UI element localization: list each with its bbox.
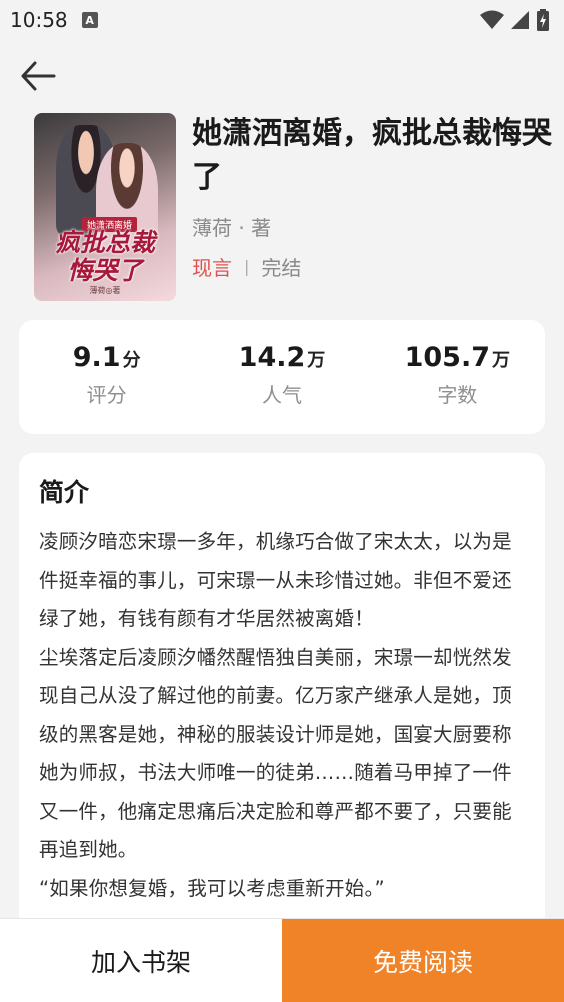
- free-read-button[interactable]: 免费阅读: [282, 919, 564, 1002]
- status-icons: [480, 9, 550, 31]
- stat-label: 人气: [261, 383, 302, 407]
- book-tags: 现言 | 完结: [192, 252, 301, 281]
- cover-title-line2: 悔哭了: [67, 256, 143, 285]
- stat-value-wrap: 14.2 万: [239, 342, 326, 373]
- book-cover[interactable]: 她潇洒离婚 疯批总裁 悔哭了 薄荷◎著: [34, 113, 176, 301]
- cover-title-line1: 疯批总裁: [54, 228, 155, 257]
- intro-body: 凌顾汐暗恋宋璟一多年，机缘巧合做了宋太太，以为是件挺幸福的事儿，可宋璟一从未珍惜…: [39, 530, 512, 900]
- stat-unit: 万: [492, 350, 511, 371]
- stat-word-count: 105.7 万 字数: [370, 320, 545, 434]
- arrow-left-icon: [21, 61, 56, 91]
- stat-value: 14.2: [238, 342, 306, 373]
- stat-unit: 万: [307, 350, 326, 371]
- status-time: 10:58: [10, 8, 68, 32]
- book-title: 她潇洒离婚，疯批总裁悔哭了: [192, 116, 552, 195]
- tag-separator: |: [244, 257, 250, 276]
- cover-author: 薄荷◎著: [89, 286, 121, 295]
- cover-title: 疯批总裁 悔哭了: [40, 229, 170, 285]
- stat-value: 9.1: [72, 342, 121, 373]
- back-button[interactable]: [16, 56, 60, 96]
- wifi-icon: [480, 10, 504, 29]
- intro-card: 简介 凌顾汐暗恋宋璟一多年，机缘巧合做了宋太太，以为是件挺幸福的事儿，可宋璟一从…: [19, 453, 545, 973]
- stat-value-wrap: 9.1 分: [73, 342, 141, 373]
- notification-a-icon: A: [81, 12, 98, 28]
- stat-rating: 9.1 分 评分: [19, 320, 194, 434]
- stat-label: 字数: [437, 383, 478, 407]
- stat-value-wrap: 105.7 万: [405, 342, 510, 373]
- bottom-action-bar: 加入书架 免费阅读: [0, 918, 564, 1002]
- status-tag: 完结: [261, 256, 302, 280]
- book-author: 薄荷 · 著: [192, 216, 272, 240]
- stats-card: 9.1 分 评分 14.2 万 人气 105.7 万 字数: [19, 320, 545, 434]
- stat-value: 105.7: [404, 342, 491, 373]
- add-to-bookshelf-button[interactable]: 加入书架: [0, 919, 282, 1002]
- status-bar: 10:58 A: [0, 0, 564, 40]
- stat-unit: 分: [122, 350, 141, 371]
- genre-tag[interactable]: 现言: [192, 252, 232, 281]
- intro-heading: 简介: [39, 478, 90, 507]
- stat-popularity: 14.2 万 人气: [194, 320, 369, 434]
- stat-label: 评分: [86, 383, 127, 407]
- signal-icon: [511, 11, 529, 29]
- battery-icon: [537, 9, 549, 31]
